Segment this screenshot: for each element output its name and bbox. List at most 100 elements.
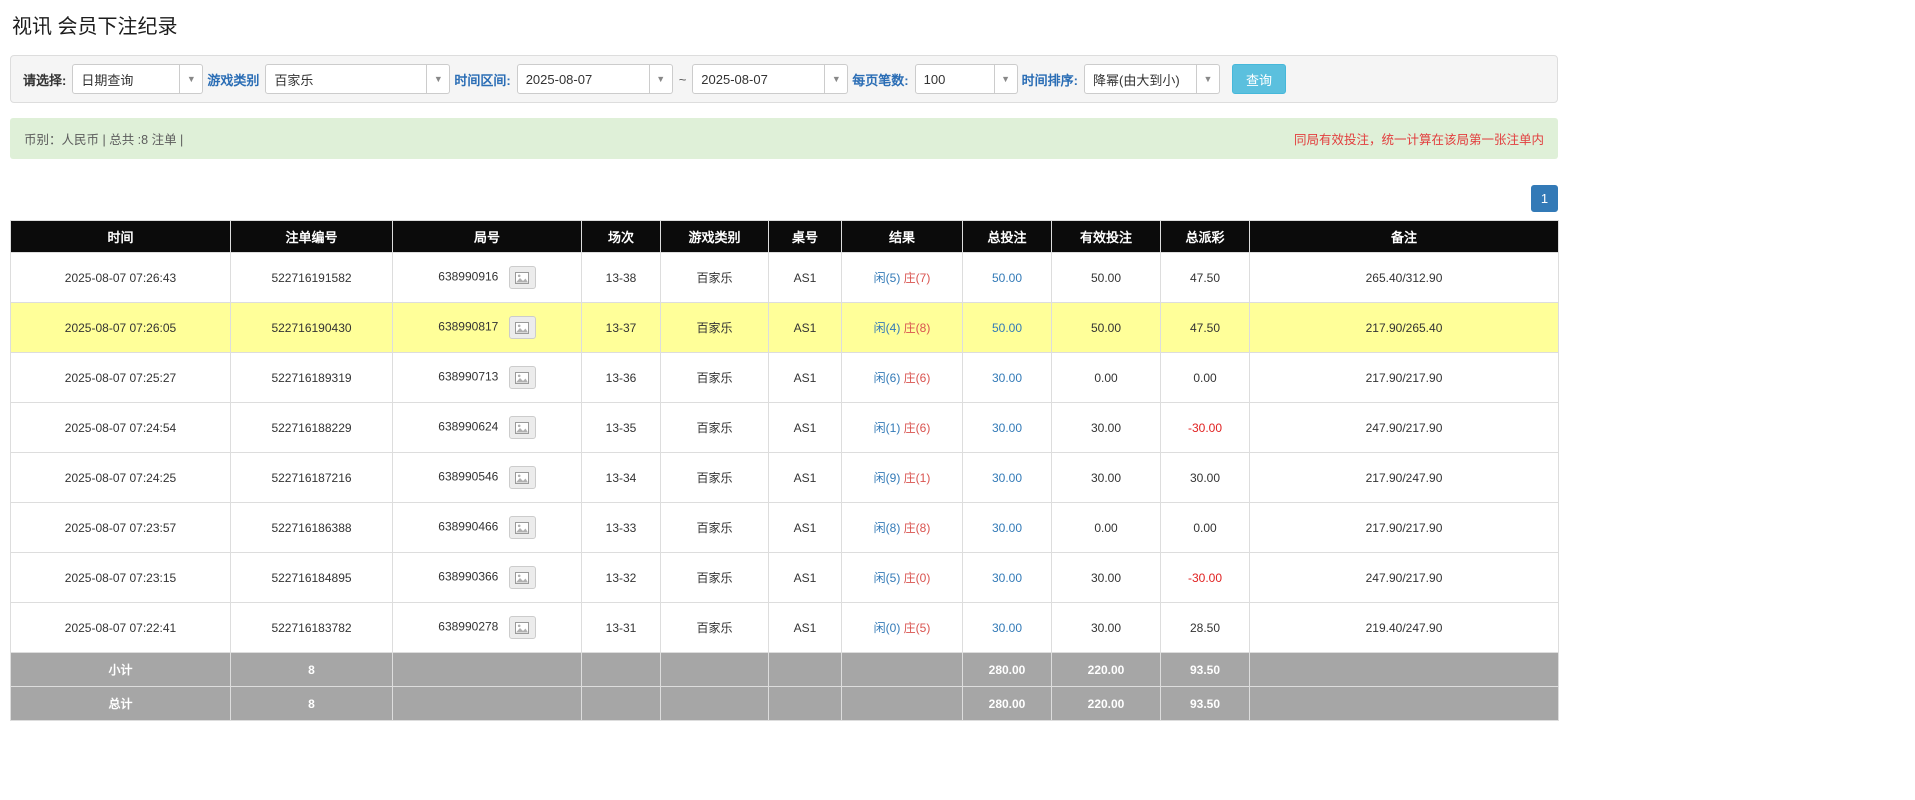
page-button-1[interactable]: 1 — [1531, 185, 1558, 212]
round-image-icon[interactable] — [509, 516, 536, 539]
round-image-icon[interactable] — [509, 316, 536, 339]
page-size-input[interactable] — [915, 64, 995, 94]
page-size-caret-icon[interactable]: ▼ — [995, 64, 1018, 94]
cell-payout: 0.00 — [1161, 503, 1250, 553]
select-label: 请选择: — [23, 70, 66, 89]
date-to-caret-icon[interactable]: ▼ — [825, 64, 848, 94]
col-round-id: 局号 — [393, 221, 582, 253]
round-image-icon[interactable] — [509, 566, 536, 589]
date-to-input[interactable] — [692, 64, 825, 94]
round-image-icon[interactable] — [509, 616, 536, 639]
cell-valid-bet: 30.00 — [1052, 453, 1161, 503]
sort-caret-icon[interactable]: ▼ — [1197, 64, 1220, 94]
result-banker: 庄(6) — [904, 371, 931, 385]
result-banker: 庄(7) — [904, 271, 931, 285]
cell-game-type: 百家乐 — [661, 553, 769, 603]
page-size-label: 每页笔数: — [852, 70, 908, 89]
query-type-combo: ▼ — [72, 64, 203, 94]
round-image-icon[interactable] — [509, 466, 536, 489]
total-bet-link[interactable]: 30.00 — [992, 621, 1022, 635]
round-id-text: 638990366 — [438, 570, 498, 584]
cell-bet-id: 522716183782 — [231, 603, 393, 653]
cell-session: 13-38 — [582, 253, 661, 303]
cell-result: 闲(8) 庄(8) — [842, 503, 963, 553]
cell-payout: 28.50 — [1161, 603, 1250, 653]
game-type-caret-icon[interactable]: ▼ — [427, 64, 450, 94]
cell-valid-bet: 30.00 — [1052, 603, 1161, 653]
cell-valid-bet: 30.00 — [1052, 553, 1161, 603]
table-row: 2025-08-07 07:24:25 522716187216 6389905… — [11, 453, 1559, 503]
col-result: 结果 — [842, 221, 963, 253]
total-payout: 93.50 — [1161, 687, 1250, 721]
total-bet-link[interactable]: 30.00 — [992, 371, 1022, 385]
cell-session: 13-37 — [582, 303, 661, 353]
cell-remark: 217.90/265.40 — [1250, 303, 1559, 353]
sort-label: 时间排序: — [1022, 70, 1078, 89]
sort-input[interactable] — [1084, 64, 1197, 94]
result-player: 闲(0) — [874, 621, 901, 635]
total-bet-link[interactable]: 30.00 — [992, 421, 1022, 435]
cell-payout: 0.00 — [1161, 353, 1250, 403]
cell-time: 2025-08-07 07:22:41 — [11, 603, 231, 653]
total-bet-link[interactable]: 30.00 — [992, 521, 1022, 535]
sort-combo: ▼ — [1084, 64, 1220, 94]
cell-time: 2025-08-07 07:26:43 — [11, 253, 231, 303]
round-image-icon[interactable] — [509, 366, 536, 389]
result-player: 闲(8) — [874, 521, 901, 535]
cell-game-type: 百家乐 — [661, 603, 769, 653]
cell-total-bet: 50.00 — [963, 303, 1052, 353]
cell-session: 13-35 — [582, 403, 661, 453]
cell-round-id: 638990466 — [393, 503, 582, 553]
cell-round-id: 638990713 — [393, 353, 582, 403]
date-from-input[interactable] — [517, 64, 650, 94]
game-type-input[interactable] — [265, 64, 427, 94]
game-type-label: 游戏类别 — [207, 70, 259, 89]
query-type-input[interactable] — [72, 64, 180, 94]
round-id-text: 638990546 — [438, 470, 498, 484]
round-image-icon[interactable] — [509, 416, 536, 439]
round-id-text: 638990466 — [438, 520, 498, 534]
cell-time: 2025-08-07 07:24:25 — [11, 453, 231, 503]
total-bet-link[interactable]: 30.00 — [992, 571, 1022, 585]
cell-bet-id: 522716184895 — [231, 553, 393, 603]
cell-valid-bet: 0.00 — [1052, 353, 1161, 403]
round-id-text: 638990278 — [438, 620, 498, 634]
table-header: 时间 注单编号 局号 场次 游戏类别 桌号 结果 总投注 有效投注 总派彩 备注 — [11, 221, 1559, 253]
cell-result: 闲(6) 庄(6) — [842, 353, 963, 403]
result-player: 闲(6) — [874, 371, 901, 385]
total-bet-link[interactable]: 30.00 — [992, 471, 1022, 485]
filter-bar: 请选择: ▼ 游戏类别 ▼ 时间区间: ▼ ~ ▼ 每页笔数: ▼ 时间排序: … — [10, 55, 1558, 103]
cell-round-id: 638990278 — [393, 603, 582, 653]
table-row: 2025-08-07 07:23:57 522716186388 6389904… — [11, 503, 1559, 553]
cell-round-id: 638990916 — [393, 253, 582, 303]
cell-payout: 47.50 — [1161, 253, 1250, 303]
query-button[interactable]: 查询 — [1232, 64, 1286, 94]
query-type-caret-icon[interactable]: ▼ — [180, 64, 203, 94]
total-valid-bet: 220.00 — [1052, 687, 1161, 721]
cell-total-bet: 30.00 — [963, 603, 1052, 653]
cell-session: 13-32 — [582, 553, 661, 603]
col-time: 时间 — [11, 221, 231, 253]
date-from-caret-icon[interactable]: ▼ — [650, 64, 673, 94]
cell-remark: 219.40/247.90 — [1250, 603, 1559, 653]
result-banker: 庄(6) — [904, 421, 931, 435]
total-total-bet: 280.00 — [963, 687, 1052, 721]
cell-session: 13-33 — [582, 503, 661, 553]
col-bet-id: 注单编号 — [231, 221, 393, 253]
cell-game-type: 百家乐 — [661, 503, 769, 553]
cell-round-id: 638990366 — [393, 553, 582, 603]
table-row: 2025-08-07 07:23:15 522716184895 6389903… — [11, 553, 1559, 603]
total-bet-link[interactable]: 50.00 — [992, 321, 1022, 335]
date-from-combo: ▼ — [517, 64, 673, 94]
cell-bet-id: 522716190430 — [231, 303, 393, 353]
cell-session: 13-31 — [582, 603, 661, 653]
result-banker: 庄(8) — [904, 521, 931, 535]
page-title: 视讯 会员下注纪录 — [12, 10, 1558, 39]
subtotal-row: 小计 8 280.00 220.00 93.50 — [11, 653, 1559, 687]
total-bet-link[interactable]: 50.00 — [992, 271, 1022, 285]
cell-result: 闲(1) 庄(6) — [842, 403, 963, 453]
cell-game-type: 百家乐 — [661, 453, 769, 503]
result-player: 闲(9) — [874, 471, 901, 485]
round-image-icon[interactable] — [509, 266, 536, 289]
cell-total-bet: 30.00 — [963, 353, 1052, 403]
